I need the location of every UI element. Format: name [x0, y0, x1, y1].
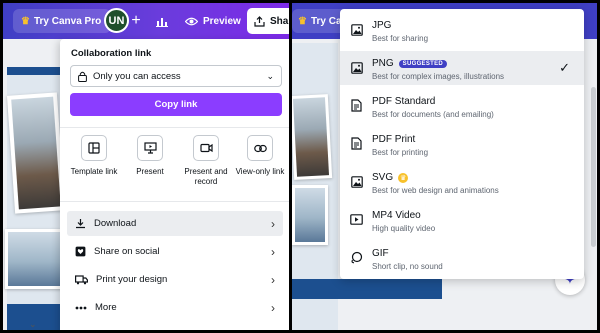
link-access-select[interactable]: Only you can access ⌄	[70, 65, 282, 87]
bar-chart-icon	[156, 17, 168, 27]
format-option-mp4[interactable]: MP4 Video High quality video	[340, 203, 584, 237]
format-option-pdf-print[interactable]: PDF Print Best for printing	[340, 127, 584, 161]
pane-divider	[289, 3, 292, 330]
share-upload-icon	[254, 15, 265, 27]
format-description: Best for web design and animations	[372, 186, 499, 195]
editor-header: ♛ Try Canva Pro UN + Preview Sha	[3, 3, 289, 39]
design-photo-beach[interactable]	[5, 229, 63, 289]
chevron-down-icon: ⌄	[29, 319, 37, 329]
format-name: PDF Standard	[372, 96, 436, 107]
document-icon	[350, 137, 363, 150]
format-name: PDF Print	[372, 134, 416, 145]
left-pane: ♛ Try Canva Pro UN + Preview Sha ⌄ Colla…	[3, 3, 289, 330]
truck-icon	[75, 274, 88, 284]
video-icon	[350, 213, 363, 226]
format-name: SVG	[372, 172, 394, 183]
screenshot-frame: ♛ Try Canva Pro UN + Preview Sha ⌄ Colla…	[0, 0, 600, 333]
image-icon	[350, 61, 363, 74]
view-only-link-option[interactable]: View-only link	[232, 135, 288, 177]
present-option[interactable]: Present	[122, 135, 178, 177]
link-icon	[247, 135, 273, 161]
eye-icon	[185, 17, 198, 25]
design-blue-block	[292, 279, 442, 299]
access-value: Only you can access	[93, 70, 181, 82]
template-link-option[interactable]: Template link	[66, 135, 122, 177]
crown-icon: ♛	[298, 15, 307, 27]
download-label: Download	[94, 218, 137, 229]
divider	[60, 201, 289, 202]
chevron-right-icon: ›	[271, 272, 275, 287]
format-description: High quality video	[372, 224, 436, 233]
share-button[interactable]: Sha	[247, 8, 289, 34]
document-icon	[350, 99, 363, 112]
heart-icon	[75, 246, 86, 257]
present-and-record-option[interactable]: Present and record	[178, 135, 234, 187]
checkmark-icon: ✓	[559, 60, 570, 75]
right-pane: ♛ Try Canva ✦ JPG Best for sharing PNG S…	[292, 3, 597, 330]
try-canva-pro-button[interactable]: ♛ Try Canva Pro	[13, 9, 112, 33]
print-your-design-row[interactable]: Print your design ›	[67, 267, 283, 292]
share-on-social-label: Share on social	[94, 246, 160, 257]
preview-label: Preview	[203, 15, 241, 27]
present-label: Present	[136, 167, 164, 176]
image-icon	[350, 175, 363, 188]
share-on-social-row[interactable]: Share on social ›	[67, 239, 283, 264]
format-name: MP4 Video	[372, 210, 421, 221]
template-link-label: Template link	[70, 167, 118, 176]
design-photo-woman[interactable]	[292, 94, 333, 180]
format-description: Best for complex images, illustrations	[372, 72, 505, 81]
present-icon	[137, 135, 163, 161]
format-description: Short clip, no sound	[372, 262, 443, 271]
share-panel: Collaboration link Only you can access ⌄…	[60, 39, 289, 330]
more-label: More	[95, 302, 117, 313]
format-description: Best for documents (and emailing)	[372, 110, 494, 119]
share-label: Sha	[270, 15, 289, 27]
design-photo-beach[interactable]	[292, 185, 328, 245]
format-option-gif[interactable]: GIF Short clip, no sound	[340, 241, 584, 275]
chevron-down-icon: ⌄	[266, 70, 274, 81]
insights-button[interactable]	[150, 9, 174, 33]
collaboration-link-label: Collaboration link	[71, 48, 152, 59]
record-icon	[193, 135, 219, 161]
divider	[60, 127, 289, 128]
download-icon	[76, 219, 85, 229]
download-format-menu: JPG Best for sharing PNG SUGGESTED Best …	[340, 9, 584, 279]
plus-icon: +	[131, 12, 141, 29]
format-option-pdf-standard[interactable]: PDF Standard Best for documents (and ema…	[340, 89, 584, 123]
print-your-design-label: Print your design	[96, 274, 168, 285]
chevron-right-icon: ›	[271, 244, 275, 259]
more-row[interactable]: More ›	[67, 295, 283, 320]
present-and-record-label: Present and record	[184, 167, 228, 186]
chevron-right-icon: ›	[271, 216, 275, 231]
copy-link-button[interactable]: Copy link	[70, 93, 282, 116]
download-row[interactable]: Download ›	[67, 211, 283, 236]
chevron-right-icon: ›	[271, 300, 275, 315]
format-name: JPG	[372, 20, 392, 31]
try-pro-label: Try Canva Pro	[33, 15, 102, 27]
add-collaborator-button[interactable]: +	[127, 11, 145, 31]
format-name: PNG	[372, 58, 394, 69]
format-option-svg[interactable]: SVG ♛ Best for web design and animations	[340, 165, 584, 199]
view-only-link-label: View-only link	[235, 167, 285, 176]
design-photo-woman[interactable]	[6, 92, 66, 214]
avatar[interactable]: UN	[104, 8, 129, 33]
preview-button[interactable]: Preview	[178, 9, 248, 33]
template-icon	[81, 135, 107, 161]
format-option-png[interactable]: PNG SUGGESTED Best for complex images, i…	[340, 51, 584, 85]
format-description: Best for printing	[372, 148, 429, 157]
more-icon	[75, 306, 87, 309]
lock-icon	[78, 71, 87, 82]
format-description: Best for sharing	[372, 34, 429, 43]
crown-icon: ♛	[21, 15, 30, 27]
gif-icon	[350, 251, 363, 264]
format-option-jpg[interactable]: JPG Best for sharing	[340, 13, 584, 47]
pro-crown-icon: ♛	[398, 172, 409, 183]
format-name: GIF	[372, 248, 389, 259]
image-icon	[350, 23, 363, 36]
design-blue-strip	[7, 67, 63, 75]
suggested-badge: SUGGESTED	[398, 59, 448, 68]
scrollbar[interactable]	[591, 87, 596, 247]
